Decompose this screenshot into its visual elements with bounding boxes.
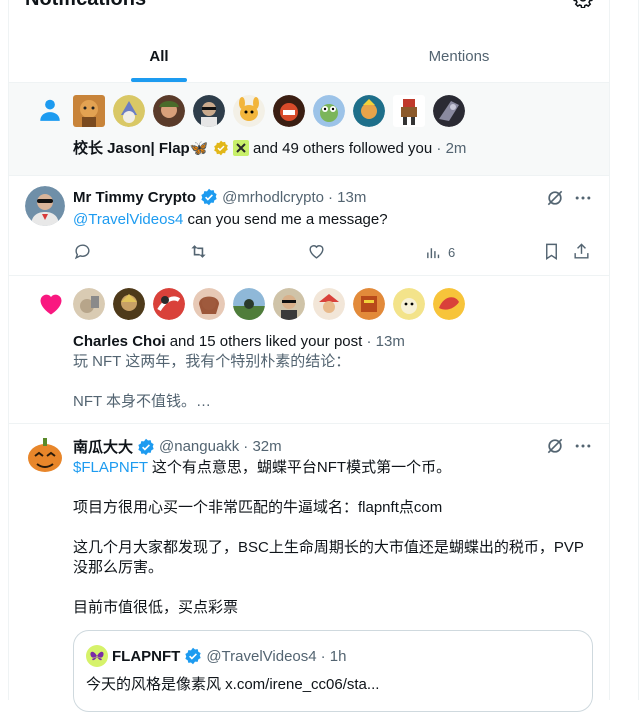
avatar[interactable]: [193, 95, 225, 127]
author-handle[interactable]: @nanguakk: [159, 438, 239, 455]
author-name[interactable]: Mr Timmy Crypto: [73, 189, 196, 206]
page-title: Notifications: [25, 0, 146, 11]
quoted-author-name[interactable]: FLAPNFT: [112, 648, 180, 665]
tweet-mr-timmy[interactable]: Mr Timmy Crypto @mrhodlcrypto · 13m @Tra…: [9, 176, 609, 276]
notifications-column: Notifications All Mentions: [8, 0, 610, 712]
like-text: Charles Choi and 15 others liked your po…: [73, 332, 405, 352]
avatar[interactable]: [393, 288, 425, 320]
reply-icon[interactable]: [73, 242, 92, 261]
avatar[interactable]: [353, 95, 385, 127]
cashtag-link[interactable]: $FLAPNFT: [73, 459, 148, 476]
liker-avatars: [73, 288, 465, 320]
tweet-line-4: 目前市值很低，买点彩票: [73, 599, 239, 616]
avatar[interactable]: [73, 288, 105, 320]
avatar[interactable]: [25, 186, 65, 226]
avatar[interactable]: [73, 95, 105, 127]
avatar[interactable]: [353, 288, 385, 320]
avatar[interactable]: [153, 288, 185, 320]
gold-verified-icon: [213, 140, 228, 156]
follow-time[interactable]: · 2m: [432, 140, 466, 157]
tweet-line-2: 项目方很用心买一个非常匹配的牛逼域名：flapnft点com: [73, 499, 443, 516]
like-rest: and 15 others liked your post: [165, 333, 363, 350]
avatar[interactable]: [193, 288, 225, 320]
liked-post-line1: 玩 NFT 这两年，我有个特别朴素的结论：: [73, 353, 351, 370]
views-count: 6: [448, 245, 456, 260]
verified-badge-icon: [185, 647, 201, 665]
heart-icon: [40, 294, 62, 315]
avatar[interactable]: [313, 95, 345, 127]
tweet-line-3b: 没那么厉害。: [73, 559, 164, 576]
tweet-header: Mr Timmy Crypto @mrhodlcrypto · 13m: [73, 188, 366, 206]
avatar[interactable]: [153, 95, 185, 127]
repost-icon[interactable]: [189, 242, 208, 261]
views-stat[interactable]: 6: [425, 244, 455, 261]
avatar[interactable]: [313, 288, 345, 320]
liked-post-line2: NFT 本身不值钱。…: [73, 393, 212, 410]
avatar[interactable]: [113, 95, 145, 127]
like-time[interactable]: · 13m: [362, 333, 404, 350]
tab-all[interactable]: All: [9, 30, 309, 82]
grok-icon[interactable]: [545, 436, 565, 456]
avatar[interactable]: [273, 95, 305, 127]
liker-name[interactable]: Charles Choi: [73, 333, 166, 350]
follow-rest: and 49 others followed you: [252, 140, 433, 157]
notification-tabs: All Mentions: [9, 30, 609, 83]
gear-icon[interactable]: [573, 0, 593, 8]
avatar[interactable]: [433, 95, 465, 127]
verified-badge-icon: [201, 188, 217, 206]
tweet-time[interactable]: · 13m: [328, 189, 366, 206]
avatar[interactable]: [233, 288, 265, 320]
mention-link[interactable]: @TravelVideos4: [73, 211, 183, 228]
follow-notification[interactable]: 校长 Jason| Flap🦋 and 49 others followed y…: [9, 83, 609, 176]
author-handle[interactable]: @mrhodlcrypto: [222, 189, 324, 206]
more-icon[interactable]: [573, 188, 593, 208]
avatar[interactable]: [25, 434, 65, 474]
tweet-text: @TravelVideos4 can you send me a message…: [73, 210, 388, 230]
like-icon[interactable]: [307, 242, 326, 261]
more-icon[interactable]: [573, 436, 593, 456]
follow-text: 校长 Jason| Flap🦋 and 49 others followed y…: [73, 139, 466, 159]
like-notification[interactable]: Charles Choi and 15 others liked your po…: [9, 276, 609, 424]
butterfly-icon: 🦋: [189, 140, 209, 157]
tweet-time[interactable]: · 32m: [243, 438, 281, 455]
tab-mentions-label: Mentions: [428, 47, 490, 65]
avatar[interactable]: [233, 95, 265, 127]
quoted-author-handle[interactable]: @TravelVideos4: [206, 648, 316, 665]
share-icon[interactable]: [572, 242, 591, 261]
org-badge-icon: [232, 140, 249, 156]
tweet-body-1: 这个有点意思，蝴蝶平台NFT模式第一个币。: [147, 459, 452, 476]
notifications-header: Notifications: [9, 0, 609, 20]
follower-avatars: [73, 95, 465, 127]
tweet-line-3a: 这几个月大家都发现了，BSC上生命周期长的大市值还是蝴蝶出的税币，PVP: [73, 539, 584, 556]
person-icon: [40, 99, 60, 121]
avatar[interactable]: [393, 95, 425, 127]
avatar[interactable]: [433, 288, 465, 320]
bookmark-icon[interactable]: [542, 242, 561, 261]
tweet-header: 南瓜大大 @nanguakk · 32m: [73, 436, 282, 457]
tweet-body: can you send me a message?: [183, 211, 388, 228]
views-icon: [427, 248, 440, 259]
tab-all-label: All: [149, 47, 169, 65]
verified-badge-icon: [138, 438, 154, 455]
avatar[interactable]: [86, 645, 108, 667]
author-name[interactable]: 南瓜大大: [73, 436, 133, 457]
tab-mentions[interactable]: Mentions: [309, 30, 609, 82]
follower-name[interactable]: 校长 Jason| Flap: [73, 140, 190, 157]
tweet-nanguakk[interactable]: 南瓜大大 @nanguakk · 32m $FLAPNFT 这个有点意思，蝴蝶平…: [9, 424, 609, 712]
quoted-tweet-time[interactable]: · 1h: [321, 648, 347, 665]
grok-icon[interactable]: [545, 188, 565, 208]
avatar[interactable]: [273, 288, 305, 320]
tweet-line-1: $FLAPNFT 这个有点意思，蝴蝶平台NFT模式第一个币。: [73, 458, 451, 478]
active-tab-indicator: [131, 78, 187, 82]
avatar[interactable]: [113, 288, 145, 320]
quoted-tweet-header: FLAPNFT @TravelVideos4 · 1h: [86, 645, 346, 667]
quoted-tweet-text: 今天的风格是像素风 x.com/irene_cc06/sta...: [86, 676, 380, 693]
